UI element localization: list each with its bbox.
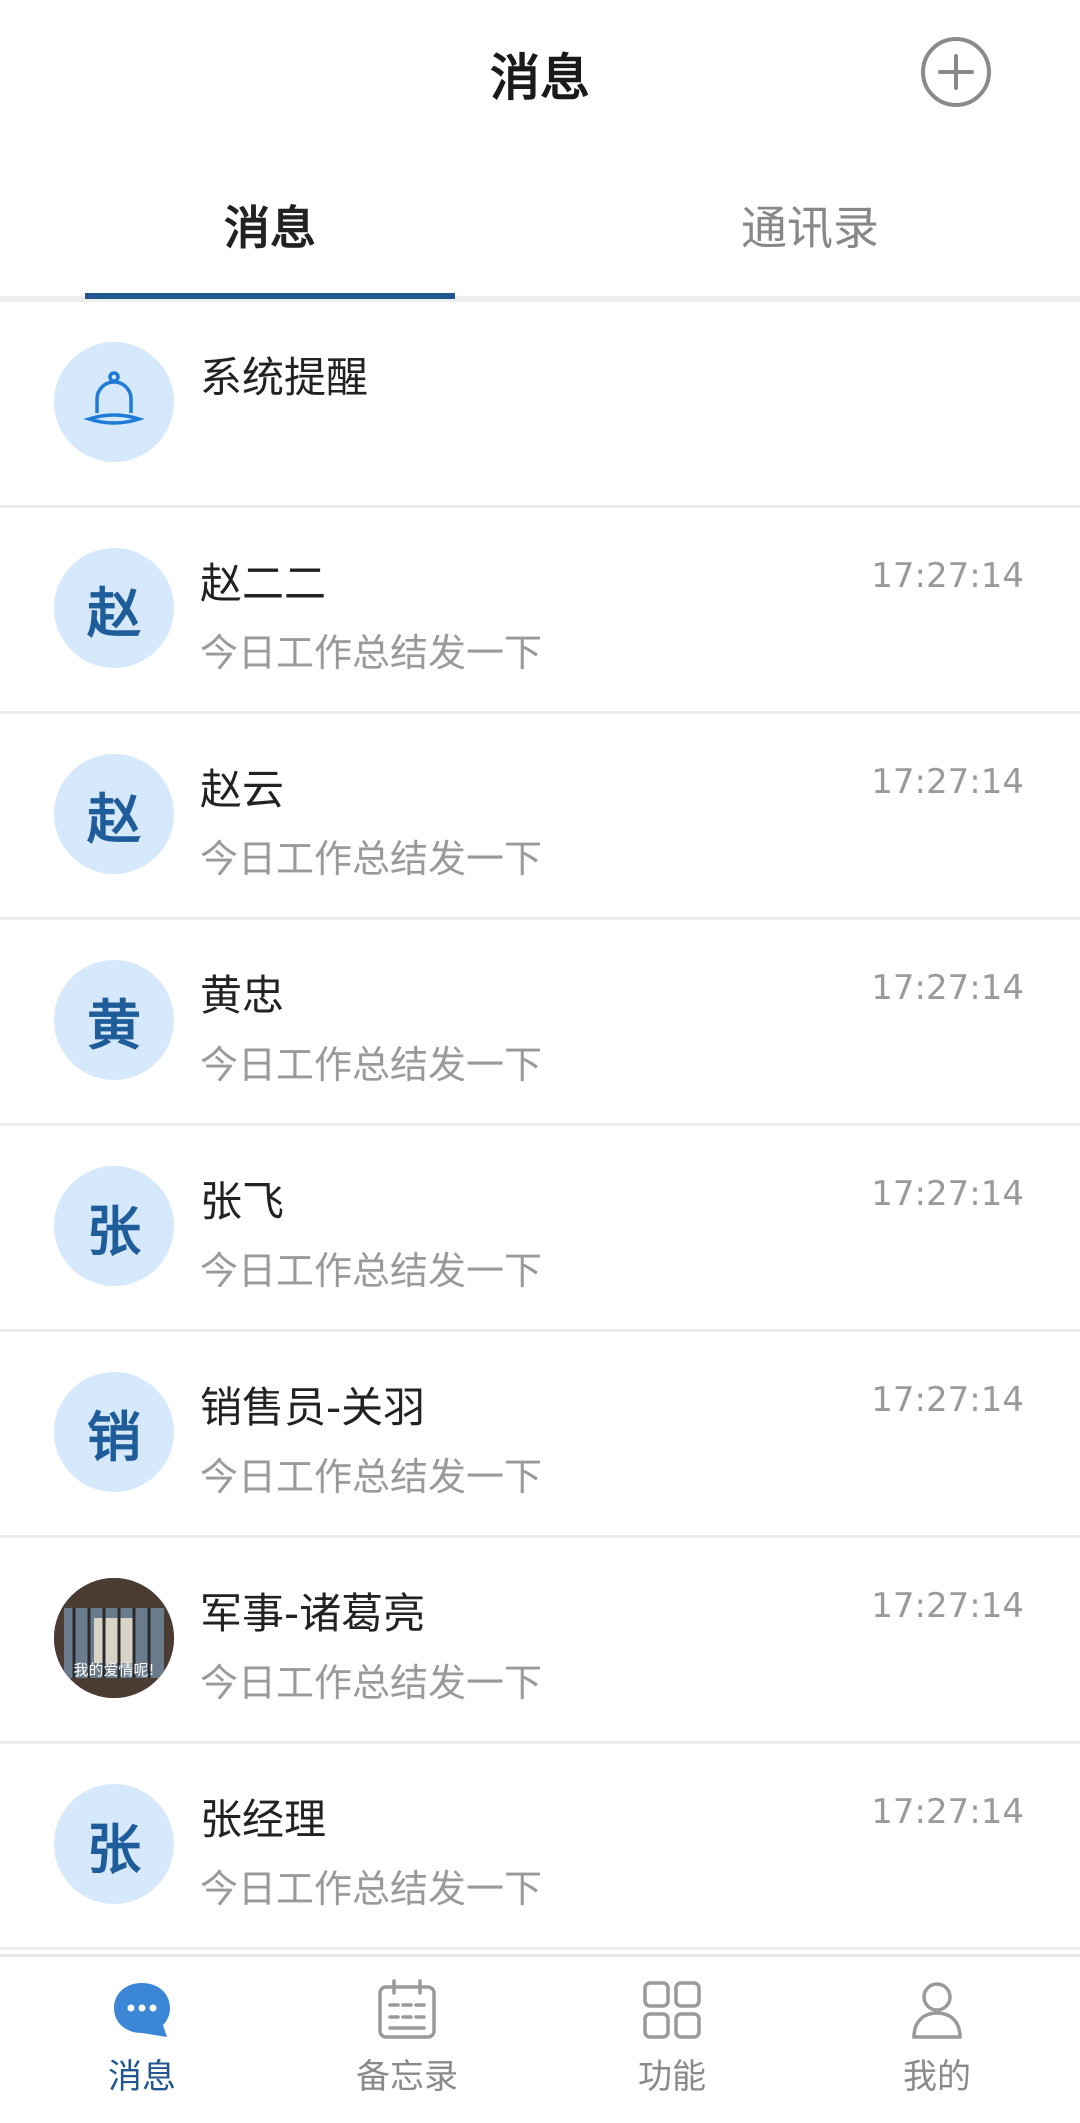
message-time: 17:27:14 [871, 1174, 1024, 1214]
add-button[interactable] [920, 36, 992, 108]
tab-messages[interactable]: 消息 [85, 192, 455, 258]
message-time: 17:27:14 [871, 556, 1024, 596]
contact-name: 张经理 [200, 1795, 327, 1844]
message-time: 17:27:14 [871, 762, 1024, 802]
avatar: 赵 [54, 754, 174, 874]
tab-contacts[interactable]: 通讯录 [620, 192, 1000, 258]
nav-messages[interactable]: 消息 [62, 1977, 222, 2098]
message-preview: 今日工作总结发一下 [200, 1867, 543, 1911]
person-icon [912, 1982, 962, 2039]
avatar: 赵 [54, 548, 174, 668]
page-title: 消息 [490, 49, 590, 107]
message-time: 17:27:14 [871, 1792, 1024, 1832]
photo-image [54, 1578, 174, 1698]
nav-memo[interactable]: 备忘录 [327, 1977, 487, 2098]
avatar [54, 342, 174, 462]
contact-name: 张飞 [200, 1177, 285, 1226]
list-item-system[interactable]: 系统提醒 [0, 302, 1080, 508]
photo-caption: 我的爱情呢! [73, 1661, 155, 1679]
list-item[interactable]: 张 张经理 今日工作总结发一下 17:27:14 [0, 1744, 1080, 1950]
plus-circle-icon [921, 37, 991, 107]
nav-me[interactable]: 我的 [857, 1977, 1017, 2098]
grid-icon [643, 1981, 701, 2039]
avatar: 张 [54, 1784, 174, 1904]
contact-name: 销售员-关羽 [200, 1383, 426, 1432]
list-item[interactable]: 赵 赵二二 今日工作总结发一下 17:27:14 [0, 508, 1080, 714]
list-item[interactable]: 我的爱情呢! 军事-诸葛亮 今日工作总结发一下 17:27:14 [0, 1538, 1080, 1744]
message-preview: 今日工作总结发一下 [200, 1455, 543, 1499]
tab-bar: 消息 通讯录 [0, 150, 1080, 302]
calendar-icon [378, 1979, 436, 2039]
message-preview: 今日工作总结发一下 [200, 1661, 543, 1705]
bottom-nav: 消息 备忘录 功能 我的 [0, 1954, 1080, 2123]
contact-name: 系统提醒 [200, 353, 369, 402]
active-tab-indicator [85, 293, 455, 299]
message-time: 17:27:14 [871, 968, 1024, 1008]
app-header: 消息 [0, 0, 1080, 150]
message-preview: 今日工作总结发一下 [200, 837, 543, 881]
message-preview: 今日工作总结发一下 [200, 1043, 543, 1087]
list-item[interactable]: 赵 赵云 今日工作总结发一下 17:27:14 [0, 714, 1080, 920]
avatar: 张 [54, 1166, 174, 1286]
avatar: 销 [54, 1372, 174, 1492]
bell-icon [83, 371, 145, 425]
contact-name: 军事-诸葛亮 [200, 1589, 426, 1638]
list-item[interactable]: 销 销售员-关羽 今日工作总结发一下 17:27:14 [0, 1332, 1080, 1538]
message-preview: 今日工作总结发一下 [200, 1249, 543, 1293]
message-time: 17:27:14 [871, 1586, 1024, 1626]
nav-features[interactable]: 功能 [592, 1977, 752, 2098]
avatar: 黄 [54, 960, 174, 1080]
contact-name: 赵二二 [200, 559, 327, 608]
message-time: 17:27:14 [871, 1380, 1024, 1420]
message-preview: 今日工作总结发一下 [200, 631, 543, 675]
contact-name: 黄忠 [200, 971, 285, 1020]
chat-bubble-icon [114, 1983, 170, 2037]
list-item[interactable]: 黄 黄忠 今日工作总结发一下 17:27:14 [0, 920, 1080, 1126]
message-list: 系统提醒 赵 赵二二 今日工作总结发一下 17:27:14 赵 赵云 今日工作总… [0, 302, 1080, 1950]
contact-name: 赵云 [200, 765, 285, 814]
list-item[interactable]: 张 张飞 今日工作总结发一下 17:27:14 [0, 1126, 1080, 1332]
avatar-photo: 我的爱情呢! [54, 1578, 174, 1698]
